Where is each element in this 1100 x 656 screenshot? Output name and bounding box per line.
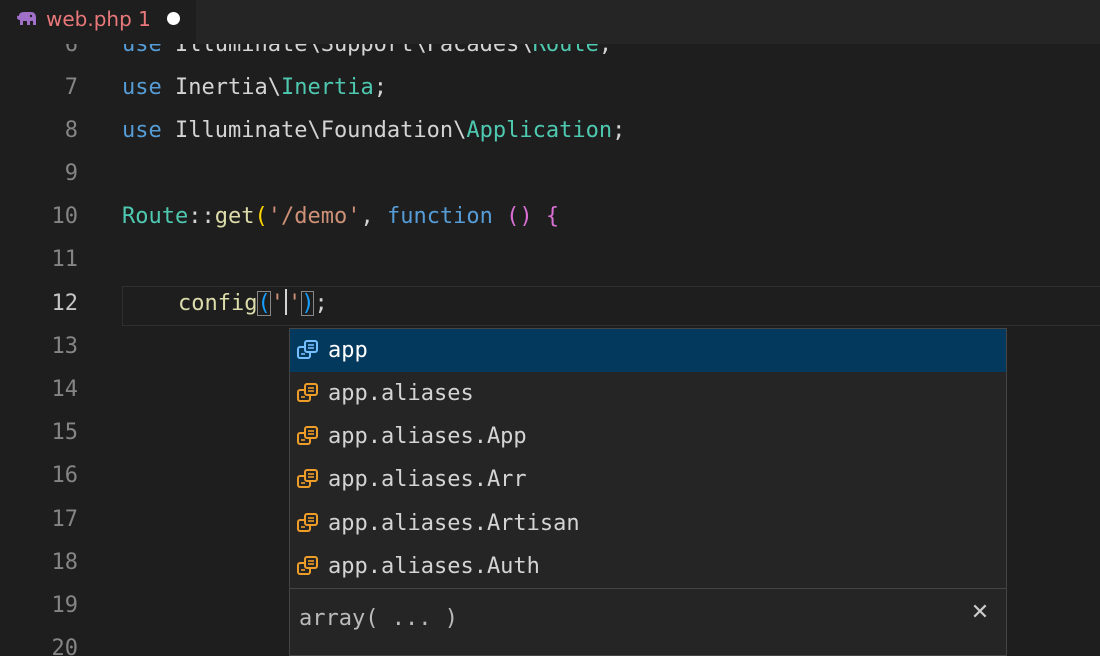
property-icon <box>297 426 318 445</box>
line-number: 18 <box>51 550 79 575</box>
line-code: use Inertia\Inertia; <box>122 75 387 100</box>
code-line: 11 <box>0 238 1100 281</box>
suggest-item[interactable]: app <box>290 329 1006 372</box>
suggest-item[interactable]: app.aliases.Artisan <box>290 502 1006 545</box>
line-number: 15 <box>51 420 79 445</box>
line-number: 7 <box>64 75 78 100</box>
text-cursor <box>284 289 287 315</box>
property-icon <box>297 383 318 402</box>
tab-bar: web.php 1 <box>0 0 1100 44</box>
property-icon <box>297 513 318 532</box>
suggest-details: array( ... ) ✕ <box>290 588 1006 655</box>
property-icon <box>297 556 318 575</box>
line-number: 8 <box>64 118 78 143</box>
suggest-item[interactable]: app.aliases.Auth <box>290 545 1006 588</box>
suggest-label: app <box>328 338 368 363</box>
line-number: 20 <box>51 636 79 656</box>
line-number: 10 <box>51 204 79 229</box>
code-line: 6 use Illuminate\Support\Facades\Route; <box>0 44 1100 66</box>
code-line-current: 12 config(' '); <box>0 282 1100 325</box>
php-elephant-icon <box>17 12 36 25</box>
tab-title: web.php 1 <box>46 7 151 31</box>
tab-web-php[interactable]: web.php 1 <box>0 0 196 44</box>
code-line: 10 Route::get('/demo', function () { <box>0 195 1100 238</box>
suggest-item[interactable]: app.aliases <box>290 372 1006 415</box>
line-number: 6 <box>64 44 78 57</box>
line-number: 11 <box>51 247 79 272</box>
code-line: 7 use Inertia\Inertia; <box>0 66 1100 109</box>
suggest-label: app.aliases.Auth <box>328 554 540 579</box>
line-code: Route::get('/demo', function () { <box>122 204 560 229</box>
autocomplete-popup: app app.aliases app.aliases.App app.alia… <box>289 328 1007 656</box>
suggest-label: app.aliases.Arr <box>328 467 527 492</box>
code-line: 8 use Illuminate\Foundation\Application; <box>0 109 1100 152</box>
suggest-item[interactable]: app.aliases.App <box>290 415 1006 458</box>
unsaved-dot-icon[interactable] <box>167 12 180 25</box>
suggest-label: app.aliases <box>328 381 474 406</box>
close-icon[interactable]: ✕ <box>966 599 994 627</box>
line-number: 17 <box>51 507 79 532</box>
line-code: use Illuminate\Support\Facades\Route; <box>122 44 613 57</box>
line-number: 19 <box>51 593 79 618</box>
suggest-detail-signature: array( ... ) <box>299 606 458 631</box>
suggest-item[interactable]: app.aliases.Arr <box>290 458 1006 501</box>
code-line: 9 <box>0 152 1100 195</box>
property-icon <box>297 340 318 359</box>
line-number: 9 <box>64 161 78 186</box>
line-code: use Illuminate\Foundation\Application; <box>122 118 626 143</box>
line-number: 12 <box>51 291 79 316</box>
line-number: 14 <box>51 377 79 402</box>
line-number: 13 <box>51 334 79 359</box>
suggest-label: app.aliases.App <box>328 424 527 449</box>
property-icon <box>297 469 318 488</box>
line-code: config(' '); <box>178 289 328 316</box>
line-number: 16 <box>51 463 79 488</box>
suggest-label: app.aliases.Artisan <box>328 511 580 536</box>
